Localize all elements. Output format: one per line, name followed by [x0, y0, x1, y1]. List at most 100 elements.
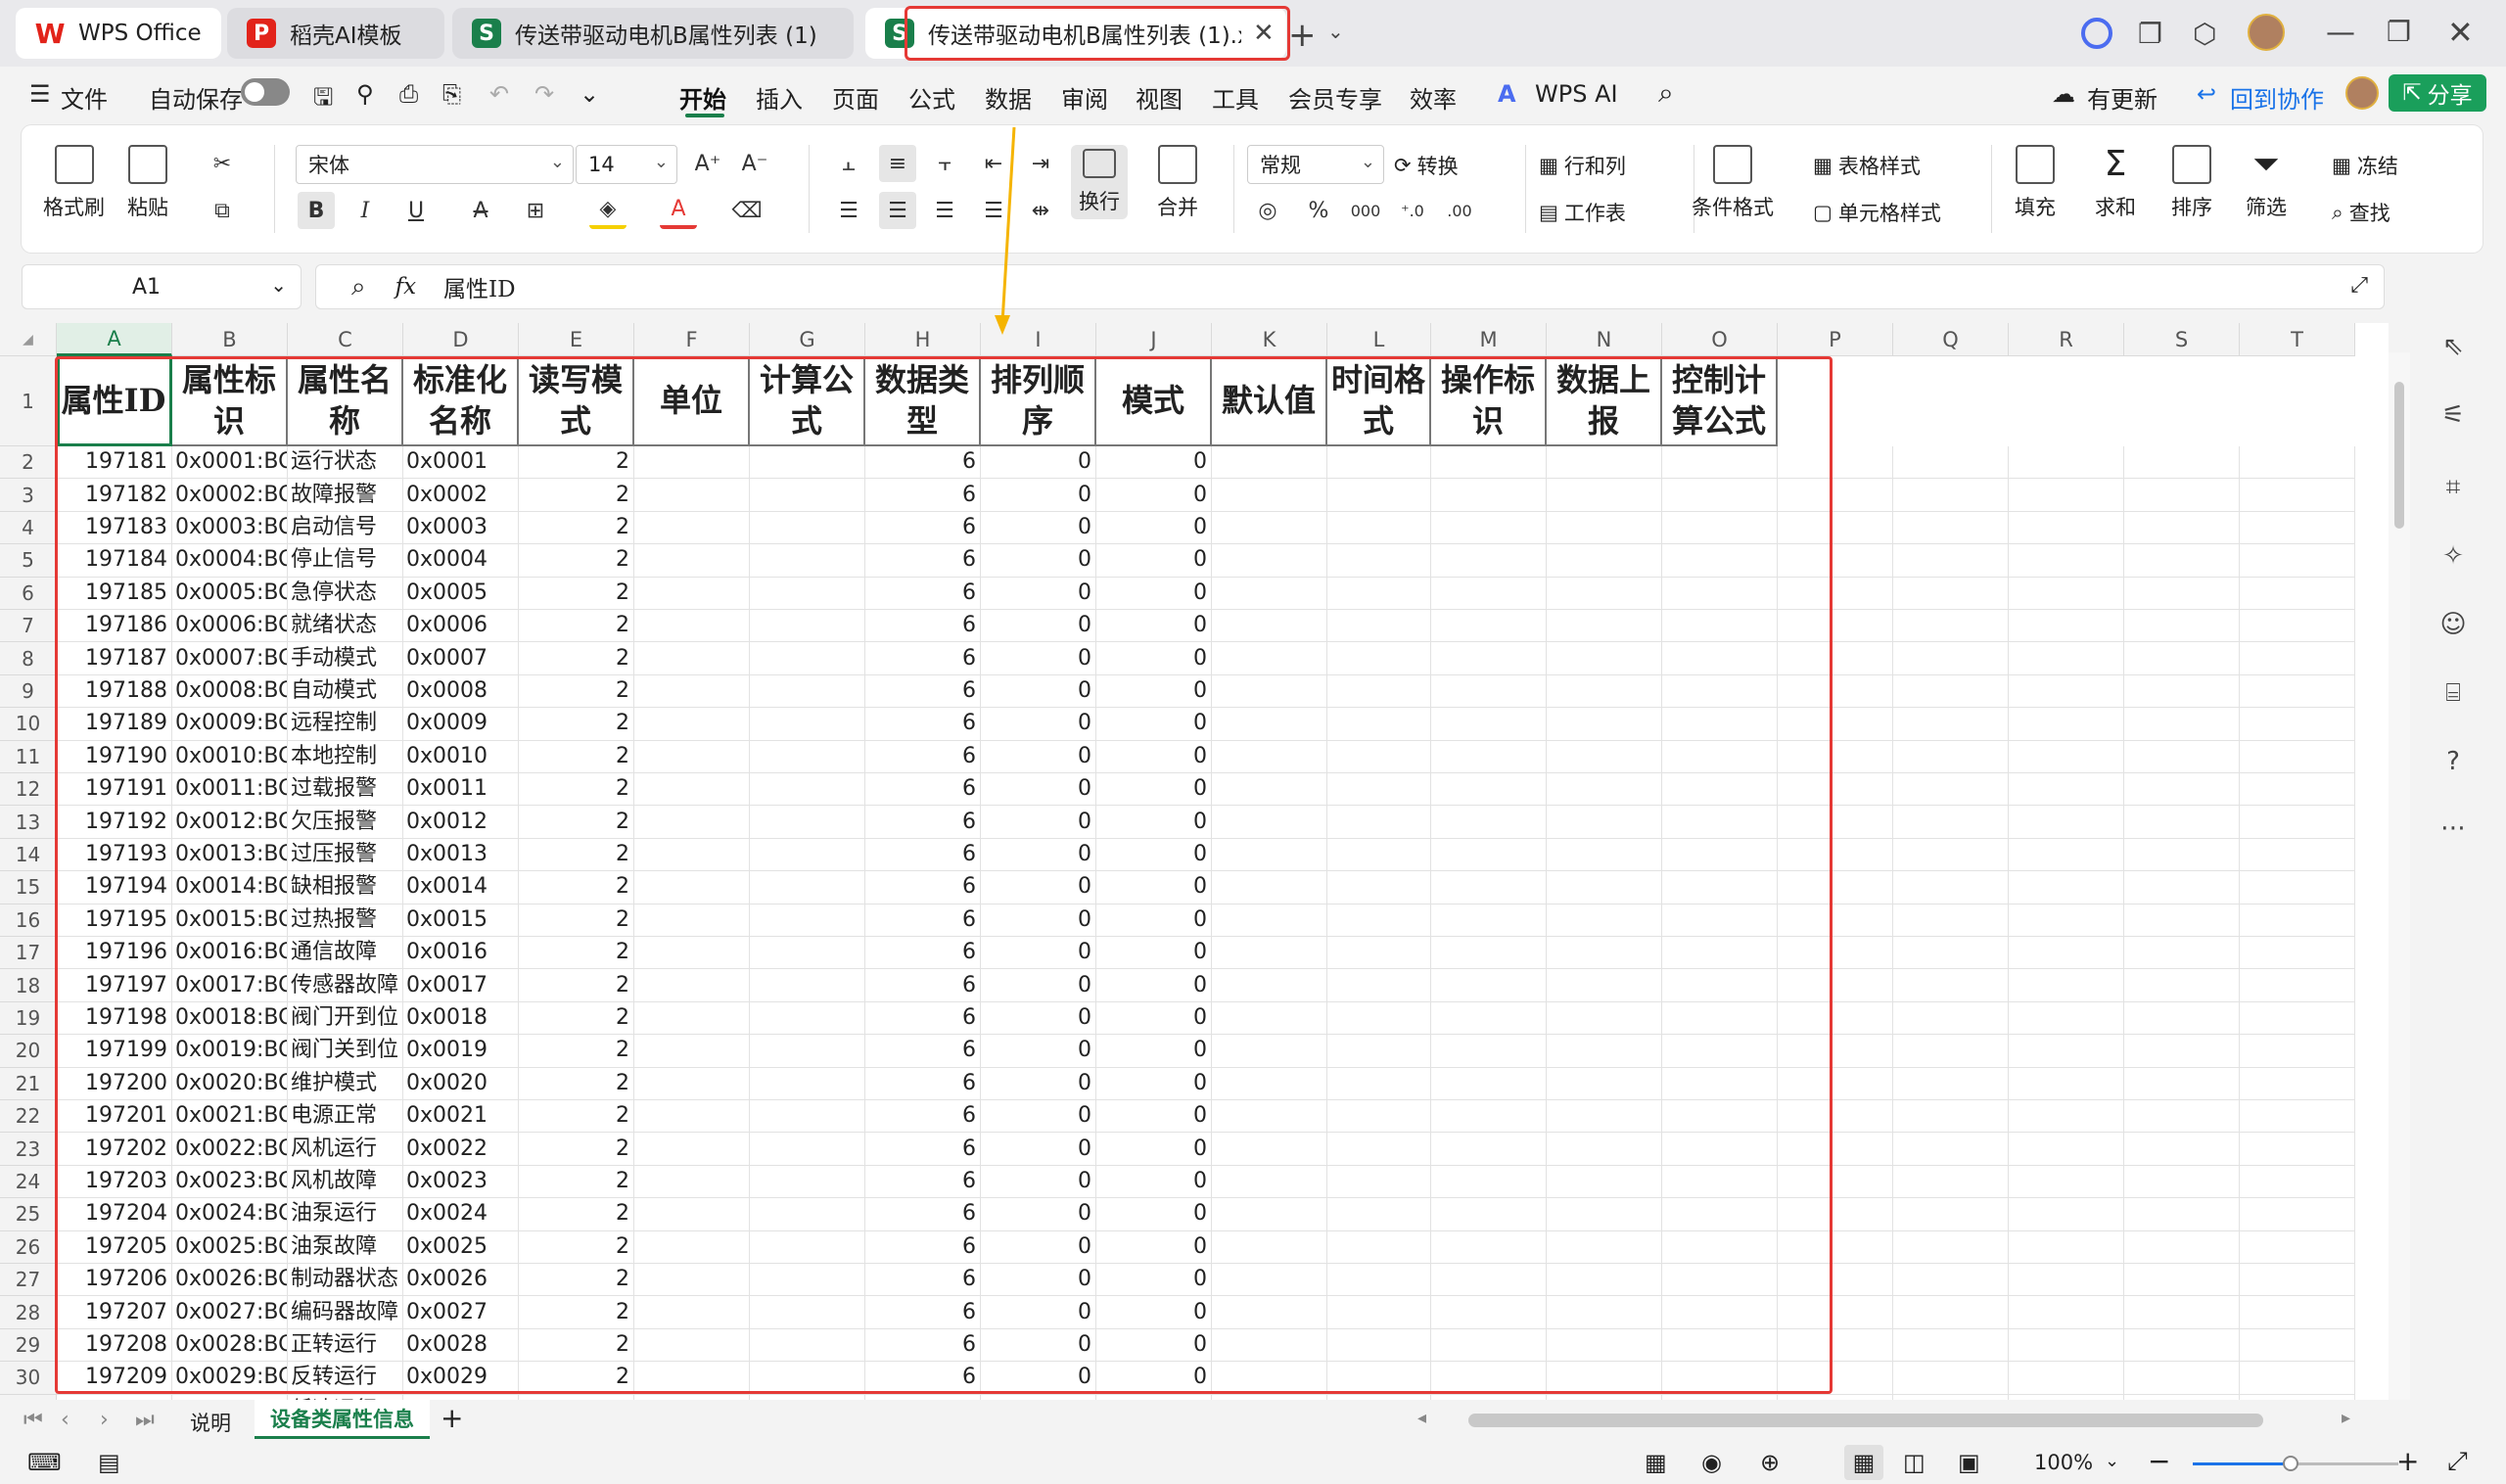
page-view-icon[interactable]: ▣: [1958, 1449, 1980, 1476]
tab-docer[interactable]: P 稻壳AI模板: [227, 8, 444, 59]
empty-cell[interactable]: [2009, 544, 2124, 578]
undo-icon[interactable]: ↶: [489, 80, 509, 108]
cell-style-button[interactable]: ▢ 单元格样式: [1813, 198, 1941, 227]
sheet-tab-readme[interactable]: 说明: [190, 1408, 231, 1437]
zoom-level[interactable]: 100%: [2034, 1451, 2093, 1474]
font-color-icon[interactable]: A: [660, 192, 697, 229]
table-style-button[interactable]: ▦ 表格样式: [1813, 151, 1921, 180]
number-format-select[interactable]: 常规 ⌄: [1247, 145, 1384, 184]
empty-cell[interactable]: [1893, 1035, 2009, 1068]
empty-cell[interactable]: [2009, 511, 2124, 545]
row-header[interactable]: 16: [0, 904, 57, 937]
empty-cell[interactable]: [2240, 969, 2355, 1002]
empty-cell[interactable]: [1893, 708, 2009, 741]
column-header[interactable]: F: [634, 323, 750, 356]
increase-font-icon[interactable]: A⁺: [689, 145, 726, 182]
tab-spreadsheet-1[interactable]: S 传送带驱动电机B属性列表 (1): [452, 8, 854, 59]
eye-icon[interactable]: ◉: [1701, 1449, 1722, 1476]
menu-tab-member[interactable]: 会员专享: [1288, 80, 1382, 115]
empty-cell[interactable]: [1893, 871, 2009, 904]
find-button[interactable]: ⌕ 查找: [2332, 198, 2390, 227]
empty-cell[interactable]: [1893, 1133, 2009, 1166]
empty-cell[interactable]: [2240, 1067, 2355, 1100]
empty-cell[interactable]: [2124, 871, 2240, 904]
column-header[interactable]: A: [57, 323, 172, 356]
window-close-icon[interactable]: ✕: [2447, 14, 2474, 51]
redo-icon[interactable]: ↷: [534, 80, 554, 108]
window-layout-icon[interactable]: ❐: [2138, 18, 2162, 50]
font-size-select[interactable]: 14 ⌄: [576, 145, 677, 184]
column-header[interactable]: Q: [1893, 323, 2009, 356]
empty-cell[interactable]: [2124, 740, 2240, 773]
empty-cell[interactable]: [2009, 642, 2124, 675]
align-bottom-icon[interactable]: ⫟: [926, 145, 963, 182]
formula-bar[interactable]: ⌕ fx 属性ID ⤢: [315, 264, 2385, 309]
avatar[interactable]: [2248, 14, 2285, 51]
empty-cell[interactable]: [2009, 1165, 2124, 1199]
chat-icon[interactable]: ☺: [2434, 605, 2473, 644]
row-header[interactable]: 23: [0, 1133, 57, 1166]
zoom-slider[interactable]: [2193, 1456, 2398, 1471]
select-pointer-icon[interactable]: ⇖: [2434, 327, 2473, 366]
thousands-icon[interactable]: 000: [1347, 192, 1384, 229]
fill-button[interactable]: 填充: [2015, 145, 2056, 221]
empty-cell[interactable]: [2124, 1035, 2240, 1068]
print-preview-icon[interactable]: ⎘: [442, 80, 461, 108]
strikethrough-button[interactable]: A: [462, 192, 499, 229]
zoom-out-icon[interactable]: −: [2148, 1445, 2170, 1477]
fullscreen-icon[interactable]: ⤢: [2447, 1447, 2468, 1477]
empty-cell[interactable]: [2009, 1001, 2124, 1036]
paste-button[interactable]: 粘贴: [127, 145, 168, 221]
column-header[interactable]: E: [519, 323, 634, 356]
empty-cell[interactable]: [2009, 610, 2124, 643]
empty-cell[interactable]: [2240, 1264, 2355, 1297]
form-icon[interactable]: ▦: [1645, 1449, 1667, 1476]
empty-cell[interactable]: [2124, 544, 2240, 578]
chevron-down-icon[interactable]: ⌄: [1327, 20, 1344, 43]
menu-file[interactable]: 文件: [61, 80, 108, 115]
empty-cell[interactable]: [2009, 577, 2124, 610]
empty-cell[interactable]: [2009, 740, 2124, 773]
empty-cell[interactable]: [2124, 773, 2240, 807]
empty-cell[interactable]: [2240, 610, 2355, 643]
empty-cell[interactable]: [2009, 1264, 2124, 1297]
empty-cell[interactable]: [1893, 1264, 2009, 1297]
align-top-icon[interactable]: ⫠: [830, 145, 867, 182]
empty-cell[interactable]: [2009, 1296, 2124, 1329]
help-icon[interactable]: ?: [2434, 742, 2473, 781]
empty-cell[interactable]: [2009, 674, 2124, 709]
row-header[interactable]: 15: [0, 871, 57, 904]
worksheet-button[interactable]: ▤ 工作表: [1539, 198, 1626, 227]
empty-cell[interactable]: [2124, 610, 2240, 643]
column-header[interactable]: M: [1431, 323, 1547, 356]
menu-tab-data[interactable]: 数据: [985, 80, 1032, 115]
empty-cell[interactable]: [2124, 446, 2240, 480]
empty-cell[interactable]: [2240, 806, 2355, 839]
empty-cell[interactable]: [1893, 1067, 2009, 1100]
border-icon[interactable]: ⊞: [517, 192, 554, 229]
empty-cell[interactable]: [1893, 773, 2009, 807]
add-sheet-icon[interactable]: +: [441, 1402, 463, 1434]
column-header[interactable]: P: [1778, 323, 1893, 356]
format-painter-button[interactable]: 格式刷: [43, 145, 105, 221]
row-header[interactable]: 30: [0, 1362, 57, 1395]
fill-color-icon[interactable]: ◈: [589, 192, 626, 229]
empty-cell[interactable]: [2009, 969, 2124, 1002]
column-header[interactable]: T: [2240, 323, 2355, 356]
split-view-icon[interactable]: ◫: [1903, 1449, 1926, 1476]
empty-cell[interactable]: [2124, 1328, 2240, 1363]
column-header[interactable]: K: [1212, 323, 1327, 356]
empty-cell[interactable]: [2009, 1067, 2124, 1100]
column-header[interactable]: J: [1096, 323, 1212, 356]
empty-cell[interactable]: [2009, 446, 2124, 480]
row-header[interactable]: 8: [0, 642, 57, 675]
zoom-formula-icon[interactable]: ⌕: [351, 272, 366, 302]
row-header[interactable]: 2: [0, 446, 57, 480]
empty-cell[interactable]: [1893, 479, 2009, 512]
empty-cell[interactable]: [2009, 708, 2124, 741]
maximize-icon[interactable]: ❐: [2387, 16, 2411, 48]
column-header[interactable]: H: [865, 323, 981, 356]
empty-cell[interactable]: [2240, 577, 2355, 610]
menu-tab-tools[interactable]: 工具: [1212, 80, 1259, 115]
empty-cell[interactable]: [2240, 1198, 2355, 1231]
